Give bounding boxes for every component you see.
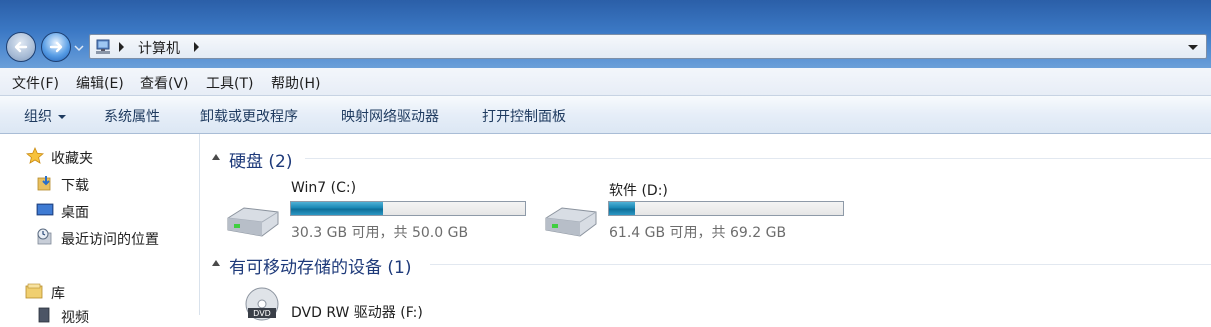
breadcrumb-separator-icon[interactable] bbox=[194, 42, 199, 52]
organize-button[interactable]: 组织 bbox=[24, 106, 66, 126]
command-bar: 组织 系统属性 卸载或更改程序 映射网络驱动器 打开控制面板 bbox=[0, 96, 1211, 134]
uninstall-program-button[interactable]: 卸载或更改程序 bbox=[200, 106, 298, 126]
drive-c-size: 30.3 GB 可用，共 50.0 GB bbox=[291, 225, 469, 241]
nav-videos[interactable]: 视频 bbox=[61, 307, 89, 327]
menu-view[interactable]: 查看(V) bbox=[140, 73, 189, 93]
open-control-panel-button[interactable]: 打开控制面板 bbox=[482, 106, 566, 126]
group-header-hard-disks[interactable]: 硬盘 (2) bbox=[229, 147, 292, 172]
menu-edit[interactable]: 编辑(E) bbox=[76, 73, 124, 93]
dvd-drive-item[interactable]: DVD DVD RW 驱动器 (F:) bbox=[244, 284, 544, 321]
organize-label: 组织 bbox=[24, 109, 52, 125]
menu-file[interactable]: 文件(F) bbox=[12, 73, 59, 93]
breadcrumb-separator-icon[interactable] bbox=[119, 42, 124, 52]
group-header-removable[interactable]: 有可移动存储的设备 (1) bbox=[229, 253, 411, 278]
drive-d-item[interactable]: 软件 (D:) 61.4 GB 可用，共 69.2 GB bbox=[540, 176, 860, 241]
address-dropdown-icon[interactable] bbox=[1188, 45, 1198, 50]
nav-libraries[interactable]: 库 bbox=[51, 283, 65, 303]
drive-c-usage-fill bbox=[291, 202, 384, 215]
forward-arrow-icon bbox=[49, 41, 63, 53]
drive-d-usage-fill bbox=[609, 202, 636, 215]
chevron-down-icon bbox=[58, 115, 66, 119]
nav-desktop[interactable]: 桌面 bbox=[61, 202, 89, 222]
recent-places-icon bbox=[37, 228, 52, 245]
hard-drive-icon bbox=[227, 207, 279, 237]
svg-text:DVD: DVD bbox=[253, 309, 271, 318]
window-titlebar: 计算机 bbox=[0, 0, 1211, 68]
breadcrumb-computer[interactable]: 计算机 bbox=[138, 38, 180, 58]
address-bar[interactable]: 计算机 bbox=[89, 34, 1207, 59]
menu-bar: 文件(F) 编辑(E) 查看(V) 工具(T) 帮助(H) bbox=[0, 68, 1211, 96]
back-button[interactable] bbox=[6, 32, 36, 62]
menu-help[interactable]: 帮助(H) bbox=[271, 73, 320, 93]
recent-pages-dropdown-icon[interactable] bbox=[73, 43, 85, 53]
group-divider bbox=[430, 264, 1211, 265]
nav-recent-places[interactable]: 最近访问的位置 bbox=[61, 229, 159, 249]
drive-c-name: Win7 (C:) bbox=[291, 180, 357, 196]
nav-favorites[interactable]: 收藏夹 bbox=[51, 148, 93, 168]
desktop-icon bbox=[36, 203, 54, 216]
dvd-drive-name: DVD RW 驱动器 (F:) bbox=[291, 305, 423, 321]
content-pane: 硬盘 (2) Win7 (C:) 30.3 GB 可用，共 50.0 GB 软件… bbox=[200, 134, 1211, 321]
drive-d-size: 61.4 GB 可用，共 69.2 GB bbox=[609, 225, 787, 241]
star-icon bbox=[26, 147, 44, 164]
hard-drive-icon bbox=[545, 207, 597, 237]
downloads-folder-icon bbox=[37, 176, 51, 191]
collapse-group-icon[interactable] bbox=[212, 260, 220, 266]
drive-d-usage-bar bbox=[608, 201, 844, 216]
dvd-drive-icon: DVD bbox=[245, 287, 279, 321]
library-icon bbox=[25, 283, 43, 299]
nav-downloads[interactable]: 下载 bbox=[61, 175, 89, 195]
drive-d-name: 软件 (D:) bbox=[609, 183, 668, 199]
map-network-drive-button[interactable]: 映射网络驱动器 bbox=[341, 106, 439, 126]
back-arrow-icon bbox=[14, 41, 28, 53]
computer-icon bbox=[96, 39, 110, 54]
menu-tools[interactable]: 工具(T) bbox=[206, 73, 253, 93]
navigation-pane: 收藏夹 下载 桌面 最近访问的位置 库 视频 bbox=[0, 134, 200, 326]
forward-button[interactable] bbox=[41, 32, 71, 62]
drive-c-item[interactable]: Win7 (C:) 30.3 GB 可用，共 50.0 GB bbox=[222, 176, 542, 241]
group-divider bbox=[305, 158, 1211, 159]
videos-icon bbox=[38, 307, 50, 323]
collapse-group-icon[interactable] bbox=[212, 154, 220, 160]
system-properties-button[interactable]: 系统属性 bbox=[104, 106, 160, 126]
drive-c-usage-bar bbox=[290, 201, 526, 216]
